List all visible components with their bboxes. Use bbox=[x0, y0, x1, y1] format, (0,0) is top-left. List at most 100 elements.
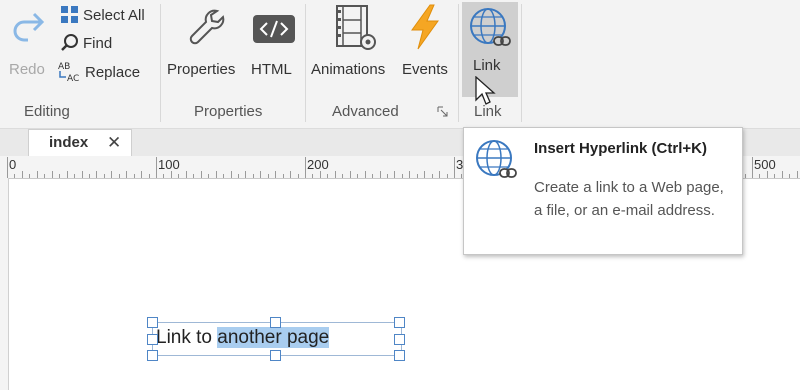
mouse-cursor-icon bbox=[475, 76, 496, 105]
replace-button[interactable]: AB AC Replace bbox=[58, 61, 140, 83]
group-label-advanced: Advanced bbox=[332, 103, 399, 120]
ruler-tick bbox=[327, 174, 329, 178]
ruler-tick bbox=[7, 157, 8, 178]
resize-handle-middle-left[interactable] bbox=[147, 334, 158, 345]
ruler-tick bbox=[156, 157, 157, 178]
ruler-tick bbox=[752, 157, 753, 178]
ruler-tick bbox=[44, 174, 46, 178]
resize-handle-top-middle[interactable] bbox=[270, 317, 281, 328]
ruler-tick bbox=[237, 174, 239, 178]
resize-handle-bottom-left[interactable] bbox=[147, 350, 158, 361]
resize-handle-middle-right[interactable] bbox=[394, 334, 405, 345]
ruler-tick bbox=[424, 171, 426, 178]
tooltip-title: Insert Hyperlink (Ctrl+K) bbox=[534, 140, 707, 157]
text-selection: another page bbox=[217, 327, 330, 348]
ruler-label: 500 bbox=[754, 157, 776, 172]
ruler-tick bbox=[260, 171, 262, 178]
resize-handle-top-right[interactable] bbox=[394, 317, 405, 328]
ruler-tick bbox=[364, 171, 366, 178]
dialog-launcher-icon[interactable] bbox=[437, 106, 448, 117]
group-separator bbox=[305, 4, 306, 122]
ruler-tick bbox=[74, 174, 76, 178]
ruler-tick bbox=[796, 171, 798, 178]
ruler-tick bbox=[334, 171, 336, 178]
ruler-tick bbox=[245, 171, 247, 178]
ruler-tick bbox=[200, 171, 202, 178]
ruler-tick bbox=[357, 174, 359, 178]
code-icon bbox=[253, 15, 295, 43]
properties-button[interactable]: Properties bbox=[166, 4, 246, 82]
tab-index[interactable]: index ✕ bbox=[28, 129, 132, 157]
select-all-icon bbox=[61, 6, 78, 23]
ruler-tick bbox=[439, 171, 441, 178]
group-separator bbox=[160, 4, 161, 122]
resize-handle-bottom-right[interactable] bbox=[394, 350, 405, 361]
find-button[interactable]: Find bbox=[60, 33, 112, 53]
ruler-tick bbox=[267, 174, 269, 178]
ruler-tick bbox=[342, 174, 344, 178]
ruler-tick bbox=[66, 171, 68, 178]
ruler-tick bbox=[781, 171, 783, 178]
ruler-tick bbox=[178, 174, 180, 178]
ruler-tick bbox=[744, 174, 746, 178]
ruler-tick bbox=[766, 171, 768, 178]
group-label-editing: Editing bbox=[24, 103, 70, 120]
events-label: Events bbox=[402, 61, 448, 78]
resize-handle-bottom-middle[interactable] bbox=[270, 350, 281, 361]
properties-label: Properties bbox=[167, 61, 236, 78]
ruler-tick bbox=[59, 174, 61, 178]
text-normal: Link to bbox=[156, 327, 218, 348]
vertical-ruler bbox=[0, 178, 9, 390]
find-label: Find bbox=[83, 34, 113, 52]
ruler-tick bbox=[416, 174, 418, 178]
replace-label: Replace bbox=[85, 63, 141, 81]
ruler-tick bbox=[111, 171, 113, 178]
ruler-tick bbox=[215, 171, 217, 178]
replace-icon: AB AC bbox=[58, 62, 79, 83]
ruler-tick bbox=[774, 174, 776, 178]
close-icon[interactable]: ✕ bbox=[107, 133, 121, 153]
ruler-tick bbox=[88, 174, 90, 178]
events-button[interactable]: Events bbox=[402, 4, 452, 82]
html-button[interactable]: HTML bbox=[248, 4, 300, 82]
animations-label: Animations bbox=[311, 61, 386, 78]
ruler-tick bbox=[312, 174, 314, 178]
animations-button[interactable]: Animations bbox=[310, 4, 402, 82]
ruler-tick bbox=[230, 171, 232, 178]
ruler-tick bbox=[170, 171, 172, 178]
text-content[interactable]: Link to another page bbox=[156, 327, 330, 349]
wrench-icon bbox=[189, 9, 225, 45]
redo-button[interactable]: Redo bbox=[4, 4, 52, 82]
ruler-tick bbox=[193, 174, 195, 178]
tooltip-insert-hyperlink: Insert Hyperlink (Ctrl+K) Create a link … bbox=[463, 127, 743, 255]
select-all-button[interactable]: Select All bbox=[60, 5, 145, 25]
tooltip-description: Create a link to a Web page, a file, or … bbox=[534, 179, 724, 219]
ruler-tick bbox=[223, 174, 225, 178]
ruler-tick bbox=[133, 174, 135, 178]
lightning-icon bbox=[411, 4, 439, 50]
ruler-tick bbox=[372, 174, 374, 178]
ruler-tick bbox=[305, 157, 306, 178]
ruler-tick bbox=[81, 171, 83, 178]
find-icon bbox=[61, 34, 78, 51]
ruler-tick bbox=[409, 171, 411, 178]
html-label: HTML bbox=[251, 61, 292, 78]
ruler-tick bbox=[21, 171, 23, 178]
group-separator bbox=[521, 4, 522, 122]
ruler-tick bbox=[118, 174, 120, 178]
ruler-tick bbox=[431, 174, 433, 178]
svg-text:AC: AC bbox=[67, 74, 79, 83]
ruler-tick bbox=[319, 171, 321, 178]
animations-film-icon bbox=[336, 5, 376, 50]
ruler-tick bbox=[208, 174, 210, 178]
ruler-label: 0 bbox=[9, 157, 17, 172]
ruler-tick bbox=[394, 171, 396, 178]
group-label-properties: Properties bbox=[194, 103, 263, 120]
resize-handle-top-left[interactable] bbox=[147, 317, 158, 328]
ruler-tick bbox=[446, 174, 448, 178]
ruler-tick bbox=[282, 174, 284, 178]
ruler-tick bbox=[401, 174, 403, 178]
redo-icon bbox=[13, 12, 45, 42]
ruler-tick bbox=[141, 171, 143, 178]
ruler-tick bbox=[96, 171, 98, 178]
